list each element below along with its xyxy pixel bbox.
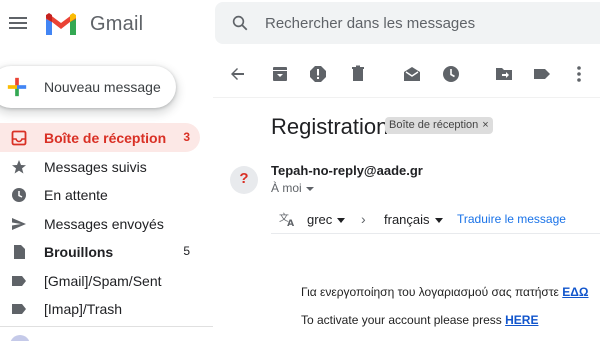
- unknown-sender-icon: ?: [239, 170, 249, 187]
- more-vert-icon: [577, 66, 581, 82]
- activate-link-english[interactable]: HERE: [505, 313, 538, 327]
- recipient-details[interactable]: À moi: [271, 181, 314, 195]
- body-line-greek: Για ενεργοποίηση του λογαριασμού σας πατ…: [301, 285, 589, 299]
- sidebar-item-snoozed[interactable]: En attente: [0, 180, 200, 209]
- dropdown-caret-icon: [337, 218, 346, 224]
- label-icon: [12, 275, 26, 286]
- source-language-select[interactable]: grec: [307, 212, 346, 227]
- move-to-button[interactable]: [494, 64, 514, 84]
- recipient-label: À moi: [271, 181, 302, 195]
- plus-icon: [7, 77, 27, 97]
- send-icon: [12, 217, 26, 230]
- draft-icon: [14, 245, 25, 259]
- archive-icon: [273, 67, 287, 81]
- gmail-logo[interactable]: Gmail: [44, 11, 143, 37]
- delete-button[interactable]: [348, 64, 368, 84]
- activate-link-greek[interactable]: ΕΔΩ: [562, 285, 588, 299]
- dropdown-caret-icon: [434, 218, 443, 224]
- translate-message-link[interactable]: Traduire le message: [457, 212, 566, 226]
- translate-icon: 文 A: [279, 211, 294, 228]
- sidebar-item-label: Brouillons: [44, 244, 114, 260]
- compose-button[interactable]: Nouveau message: [0, 66, 176, 108]
- clock-icon: [443, 66, 459, 82]
- drafts-count: 5: [183, 244, 190, 258]
- back-button[interactable]: [228, 64, 248, 84]
- svg-text:A: A: [287, 219, 294, 228]
- message-toolbar: [213, 50, 600, 98]
- inbox-label-chip[interactable]: Boîte de réception ×: [385, 117, 493, 134]
- target-language-value: français: [384, 212, 430, 227]
- label-icon: [12, 304, 26, 314]
- body-line-english: To activate your account please press HE…: [301, 313, 538, 327]
- star-icon: [12, 159, 26, 173]
- mark-unread-button[interactable]: [402, 64, 422, 84]
- search-bar[interactable]: Rechercher dans les messages: [215, 2, 600, 44]
- app-name: Gmail: [90, 12, 144, 35]
- sender-avatar[interactable]: ?: [230, 166, 258, 194]
- sidebar-item-label: Boîte de réception: [44, 130, 167, 146]
- unread-count: 3: [183, 130, 190, 144]
- sidebar-item-inbox[interactable]: Boîte de réception 3: [0, 123, 200, 152]
- chevron-down-icon: [305, 186, 314, 191]
- sender-address[interactable]: Tepah-no-reply@aade.gr: [271, 163, 423, 178]
- sidebar-item-sent[interactable]: Messages envoyés: [0, 209, 200, 238]
- message-subject: Registration: [271, 114, 389, 139]
- search-input[interactable]: Rechercher dans les messages: [265, 15, 475, 32]
- more-options-button[interactable]: [569, 64, 589, 84]
- report-spam-icon: [310, 66, 326, 82]
- sidebar-item-drafts[interactable]: Brouillons 5: [0, 237, 200, 266]
- arrow-back-icon: [231, 68, 244, 80]
- search-icon[interactable]: [231, 14, 249, 32]
- main-menu-icon[interactable]: [9, 14, 29, 32]
- sidebar-item-label: En attente: [44, 187, 108, 203]
- clock-icon: [12, 188, 26, 202]
- archive-button[interactable]: [270, 64, 290, 84]
- body-text-english: To activate your account please press: [301, 313, 506, 327]
- chevron-right-icon: ›: [361, 211, 366, 227]
- trash-icon: [352, 65, 364, 81]
- compose-label: Nouveau message: [44, 79, 161, 95]
- label-chip-text: Boîte de réception: [389, 119, 479, 131]
- target-language-select[interactable]: français: [384, 212, 443, 227]
- hangouts-avatar[interactable]: [10, 335, 30, 341]
- sidebar-item-imap-trash[interactable]: [Imap]/Trash: [0, 294, 200, 323]
- sidebar-nav: Boîte de réception 3 Messages suivis En …: [0, 123, 213, 323]
- sidebar-item-label: [Gmail]/Spam/Sent: [44, 272, 162, 289]
- sidebar-item-label: Messages envoyés: [44, 215, 164, 232]
- source-language-value: grec: [307, 212, 333, 227]
- translate-bar: 文 A grec › français Traduire le message: [271, 205, 600, 234]
- report-spam-button[interactable]: [308, 64, 328, 84]
- sidebar-item-gmail-spam-sent[interactable]: [Gmail]/Spam/Sent: [0, 266, 200, 295]
- sidebar-item-label: Messages suivis: [44, 158, 147, 175]
- move-to-icon: [496, 68, 512, 80]
- snooze-button[interactable]: [441, 64, 461, 84]
- sidebar: Nouveau message Boîte de réception 3 Mes…: [0, 50, 213, 341]
- sidebar-item-label: [Imap]/Trash: [44, 301, 123, 317]
- gmail-m-icon: [46, 13, 76, 35]
- remove-label-icon[interactable]: ×: [482, 117, 488, 134]
- inbox-icon: [11, 130, 27, 146]
- sidebar-item-starred[interactable]: Messages suivis: [0, 152, 200, 181]
- sidebar-divider: [0, 326, 213, 327]
- mail-open-icon: [404, 67, 420, 81]
- labels-button[interactable]: [532, 64, 552, 84]
- label-icon: [534, 69, 550, 79]
- body-text-greek: Για ενεργοποίηση του λογαριασμού σας πατ…: [301, 285, 563, 299]
- top-bar: Gmail Rechercher dans les messages: [0, 0, 600, 50]
